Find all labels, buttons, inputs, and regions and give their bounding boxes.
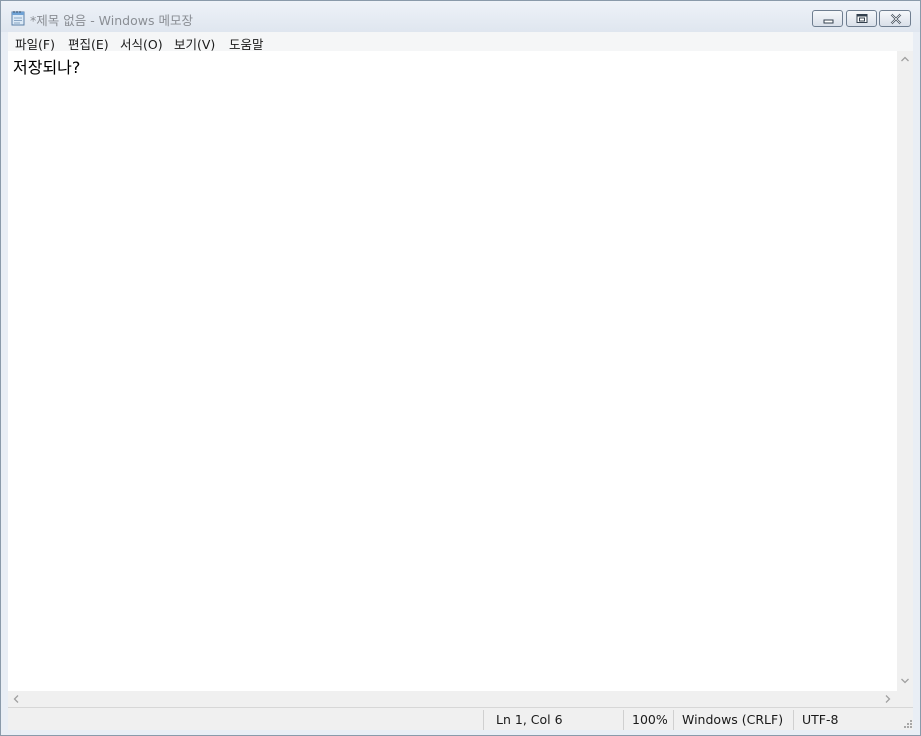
maximize-icon: [856, 14, 868, 23]
chevron-left-icon: [13, 695, 19, 703]
chevron-up-icon: [901, 56, 909, 62]
scrollbar-corner: [897, 691, 913, 707]
text-editor[interactable]: 저장되나?: [8, 51, 897, 691]
editor-content: 저장되나?: [13, 58, 81, 77]
scroll-right-button[interactable]: [879, 691, 896, 707]
menu-bar: 파일(F) 편집(E) 서식(O) 보기(V) 도움말: [8, 32, 913, 52]
scroll-left-button[interactable]: [8, 691, 25, 707]
resize-grip-icon[interactable]: [901, 716, 913, 728]
status-divider: [793, 710, 794, 730]
horizontal-scrollbar[interactable]: [8, 691, 897, 707]
maximize-button[interactable]: [846, 10, 877, 27]
minimize-icon: [823, 19, 834, 24]
status-encoding: UTF-8: [802, 712, 839, 727]
status-divider: [623, 710, 624, 730]
notepad-icon: [11, 10, 25, 26]
close-button[interactable]: [879, 10, 911, 27]
status-line-ending: Windows (CRLF): [682, 712, 784, 727]
status-zoom: 100%: [632, 712, 668, 727]
scroll-up-button[interactable]: [897, 51, 913, 68]
title-bar[interactable]: *제목 없음 - Windows 메모장: [1, 1, 920, 32]
notepad-window: *제목 없음 - Windows 메모장 파일(F) 편집(E) 서식(O) 보…: [0, 0, 921, 736]
minimize-button[interactable]: [812, 10, 843, 27]
status-bar: Ln 1, Col 6 100% Windows (CRLF) UTF-8: [8, 707, 913, 730]
status-divider: [483, 710, 484, 730]
status-cursor-position: Ln 1, Col 6: [496, 712, 563, 727]
status-divider: [673, 710, 674, 730]
vertical-scrollbar[interactable]: [897, 51, 913, 691]
chevron-down-icon: [901, 678, 909, 684]
scroll-down-button[interactable]: [897, 673, 913, 690]
window-title: *제목 없음 - Windows 메모장: [30, 13, 193, 28]
chevron-right-icon: [885, 695, 891, 703]
close-icon: [890, 13, 902, 25]
